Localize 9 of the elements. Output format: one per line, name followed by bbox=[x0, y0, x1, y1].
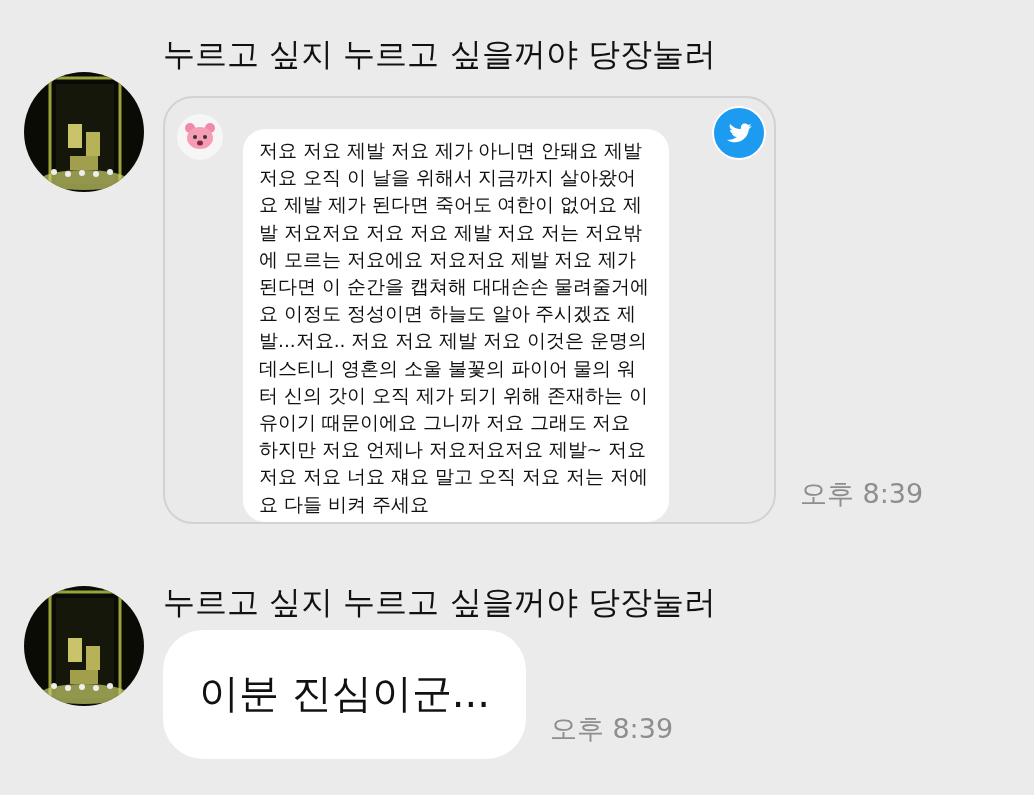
bear-avatar-icon bbox=[177, 114, 223, 160]
tweet-text: 저요 저요 제발 저요 제가 아니면 안돼요 제발 저요 오직 이 날을 위해서 지금까지 살아왔어요 제발 제가 된다면 죽어도 여한이 없어요 제발 저요저요 저요 저요 제발 저요 저는 저요밖에 모르는 저요에요 저요저요 제발 저요 제가 된다면 이 순간을 캡쳐해 대대손손 물려줄거에요 이정도 정성이면 하늘도 알아 주시겠죠 제발...저요.. 저요 저요 제발 저요 이것은 운명의 데스티니 영혼의 소울 불꽃의 파이어 물의 워터 신의 갓이 오직 제가 되기 위해 존재하는 이유이기 때문이에요 그니까 저요 그래도 저요 하지만 저요 언제나 저요저요저요 제발~ 저요 저요 저요 너요 쟤요 말고 오직 저요 저는 저에요 다들 비켜 주세요 bbox=[243, 129, 669, 522]
message-bubble: 이분 진심이군... bbox=[163, 629, 526, 759]
message-time: 오후 8:39 bbox=[800, 476, 924, 511]
message-time: 오후 8:39 bbox=[549, 711, 674, 746]
sender-name: 누르고 싶지 누르고 싶을꺼야 당장눌러 bbox=[163, 581, 716, 622]
tweet-card[interactable] bbox=[163, 96, 776, 524]
sender-name: 누르고 싶지 누르고 싶을꺼야 당장눌러 bbox=[163, 34, 717, 74]
bird-logo-icon bbox=[712, 106, 766, 160]
